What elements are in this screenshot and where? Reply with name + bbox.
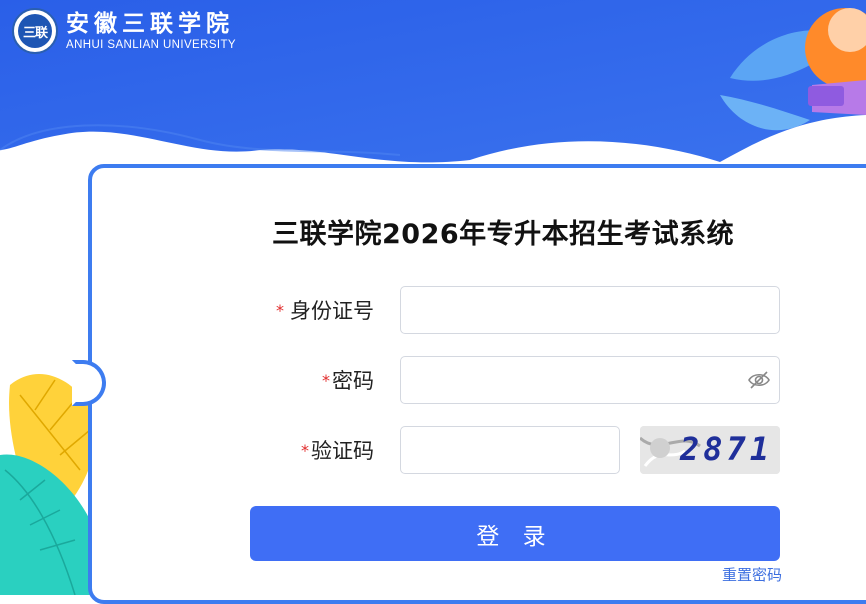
logo-emblem-mark: 三联 — [18, 14, 52, 48]
card-notch — [72, 360, 106, 406]
logo-text: 安徽三联学院 ANHUI SANLIAN UNIVERSITY — [66, 10, 236, 52]
required-mark: * — [322, 370, 330, 390]
password-label: * 密码 — [174, 356, 374, 404]
reset-password-link[interactable]: 重置密码 — [700, 564, 782, 585]
person-illustration — [805, 8, 866, 115]
id-number-input[interactable] — [400, 286, 780, 334]
password-field — [400, 356, 780, 404]
id-label: * 身份证号 — [174, 286, 374, 334]
login-card: 三联学院2026年专升本招生考试系统 * 身份证号 * 密码 * 验证码 287… — [72, 164, 866, 604]
page-title: 三联学院2026年专升本招生考试系统 — [272, 219, 735, 250]
school-name-cn: 安徽三联学院 — [66, 10, 234, 37]
school-name-en: ANHUI SANLIAN UNIVERSITY — [66, 39, 236, 51]
login-button[interactable]: 登 录 — [250, 506, 780, 561]
captcha-label: * 验证码 — [174, 426, 374, 474]
school-logo: 三联 安徽三联学院 ANHUI SANLIAN UNIVERSITY — [12, 8, 236, 54]
password-input[interactable] — [400, 356, 780, 404]
password-label-text: 密码 — [332, 369, 374, 393]
eye-slash-icon[interactable] — [738, 356, 780, 404]
logo-emblem: 三联 — [12, 8, 58, 54]
required-mark: * — [301, 440, 309, 460]
captcha-code: 2871 — [680, 430, 774, 468]
id-label-text: 身份证号 — [290, 299, 374, 323]
required-mark: * — [276, 300, 284, 320]
captcha-input[interactable] — [400, 426, 620, 474]
captcha-label-text: 验证码 — [311, 439, 374, 463]
captcha-image[interactable]: 2871 — [640, 426, 780, 474]
